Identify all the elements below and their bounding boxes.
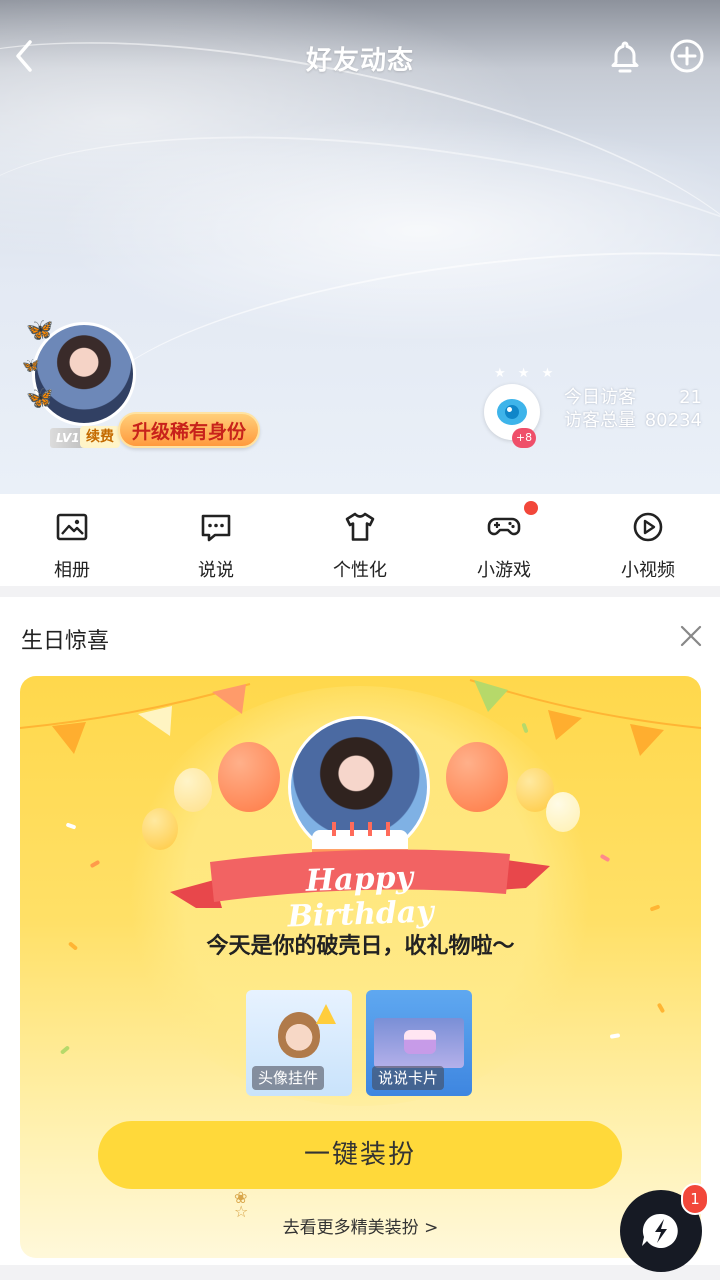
nav-item-label: 个性化 <box>333 560 387 581</box>
eye-glint <box>507 407 512 412</box>
nav-item-label: 小游戏 <box>477 560 531 581</box>
add-button[interactable] <box>668 37 706 75</box>
close-button[interactable] <box>676 621 706 651</box>
gift-label: 说说卡片 <box>372 1066 445 1090</box>
photo-icon <box>56 513 88 541</box>
confetti <box>65 822 77 830</box>
nav-item-games[interactable]: 小游戏 <box>432 494 576 586</box>
shirt-icon <box>345 512 375 541</box>
today-visitors-value: 21 <box>679 387 702 408</box>
play-circle-icon <box>633 512 663 542</box>
nav-item-personalize[interactable]: 个性化 <box>288 494 432 586</box>
upgrade-identity-badge[interactable]: 升级稀有身份 <box>118 412 261 448</box>
balloon <box>218 742 280 812</box>
bell-icon <box>611 41 639 73</box>
balloon <box>142 808 178 850</box>
profile-identity: 🦋 🦋 🦋 LV1 续费 升级稀有身份 <box>22 318 272 458</box>
nav-item-label: 说说 <box>198 560 234 581</box>
confetti <box>649 904 661 912</box>
candle-icon <box>368 822 372 836</box>
birthday-surprise-card: 生日惊喜 Happy Birthday 今天是你的破壳日，收礼物啦～ 头像挂件 … <box>0 597 720 1265</box>
quick-nav: 相册 说说 个性化 小游戏 小视频 <box>0 494 720 586</box>
gift-post-card[interactable]: 说说卡片 <box>366 990 472 1096</box>
gift-label: 头像挂件 <box>252 1066 325 1090</box>
card-title: 生日惊喜 <box>21 629 110 654</box>
close-icon <box>680 625 702 647</box>
happy-birthday-text: Happy Birthday <box>286 860 435 935</box>
notifications-button[interactable] <box>606 38 644 76</box>
candle-icon <box>386 822 390 836</box>
chat-bubble-icon <box>201 514 231 542</box>
confetti <box>609 1033 621 1039</box>
plus-circle-icon <box>670 39 704 73</box>
profile-cover: 好友动态 🦋 🦋 🦋 LV1 续费 升级稀有身份 ★ ★ ★ +8 今日访客 2… <box>0 0 720 494</box>
candle-icon <box>332 822 336 836</box>
gamepad-icon <box>487 517 521 536</box>
balloon <box>174 768 212 812</box>
gift-avatar-pendant[interactable]: 头像挂件 <box>246 990 352 1096</box>
one-click-dress-button[interactable]: 一键装扮 <box>98 1121 622 1189</box>
nav-item-posts[interactable]: 说说 <box>144 494 288 586</box>
games-notification-dot <box>524 501 538 515</box>
confetti <box>599 853 611 863</box>
birthday-message: 今天是你的破壳日，收礼物啦～ <box>206 934 515 959</box>
nav-item-short-video[interactable]: 小视频 <box>576 494 720 586</box>
candle-icon <box>350 822 354 836</box>
more-decorations-link[interactable]: 去看更多精美装扮 > <box>20 1213 701 1238</box>
nav-item-album[interactable]: 相册 <box>0 494 144 586</box>
butterfly-icon: 🦋 <box>22 358 40 374</box>
renew-badge[interactable]: 续费 <box>80 426 120 448</box>
unread-badge: 1 <box>681 1183 709 1215</box>
pendant-preview <box>278 1012 320 1058</box>
today-visitors-label: 今日访客 <box>564 387 636 408</box>
balloon <box>546 792 580 832</box>
balloon <box>446 742 508 812</box>
birthday-banner: Happy Birthday 今天是你的破壳日，收礼物啦～ 头像挂件 说说卡片 … <box>20 676 701 1258</box>
party-hat-icon <box>316 1004 336 1024</box>
confetti <box>59 1045 71 1055</box>
confetti <box>656 1002 666 1014</box>
total-visitors-value: 80234 <box>644 410 702 431</box>
butterfly-icon: 🦋 <box>26 318 54 343</box>
nav-item-label: 小视频 <box>621 560 675 581</box>
visitor-stats[interactable]: 今日访客 21 访客总量 80234 <box>564 386 702 432</box>
cake-icon <box>404 1030 436 1054</box>
visitor-new-badge: +8 <box>512 428 536 448</box>
nav-item-label: 相册 <box>54 560 90 581</box>
confetti <box>89 859 101 869</box>
sparkle-icon: ★ ★ ★ <box>494 366 558 381</box>
top-bar: 好友动态 <box>0 0 720 110</box>
butterfly-icon: 🦋 <box>26 386 54 411</box>
total-visitors-label: 访客总量 <box>564 410 636 431</box>
